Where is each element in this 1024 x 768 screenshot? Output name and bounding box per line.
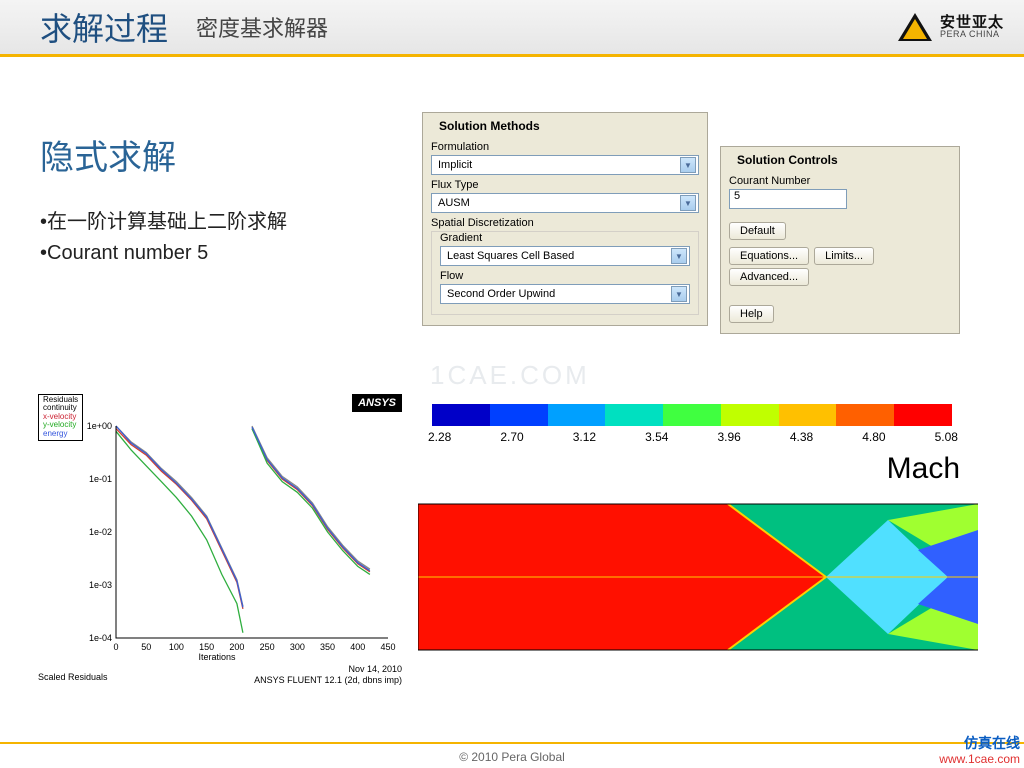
flow-label: Flow	[440, 270, 690, 282]
logo-triangle-icon	[898, 13, 932, 41]
copyright: © 2010 Pera Global	[0, 750, 1024, 764]
colorbar	[432, 404, 952, 426]
ansys-badge: ANSYS	[352, 394, 402, 412]
gradient-label: Gradient	[440, 232, 690, 244]
courant-value: 5	[734, 190, 740, 202]
mach-contour: 2.282.703.123.543.964.384.805.08 Mach	[418, 394, 978, 694]
formulation-select[interactable]: Implicit ▼	[431, 155, 699, 175]
brand-logo: 安世亚太 PERA CHINA	[898, 13, 1004, 41]
source-badge: 仿真在线 www.1cae.com	[939, 737, 1020, 766]
source-cn: 仿真在线	[939, 737, 1020, 752]
chevron-down-icon: ▼	[680, 157, 696, 173]
bullet-1: •在一阶计算基础上二阶求解	[40, 205, 400, 234]
solution-controls-title: Solution Controls	[729, 147, 951, 171]
default-button[interactable]: Default	[729, 222, 786, 240]
solution-methods-title: Solution Methods	[431, 113, 699, 137]
flow-value: Second Order Upwind	[447, 288, 555, 300]
help-button[interactable]: Help	[729, 305, 774, 323]
solution-controls-panel: Solution Controls Courant Number 5 Defau…	[720, 146, 960, 334]
flow-select[interactable]: Second Order Upwind ▼	[440, 284, 690, 304]
title-main: 求解过程	[40, 4, 168, 50]
equations-button[interactable]: Equations...	[729, 247, 809, 265]
residuals-xlabel: Iterations	[32, 652, 402, 662]
residuals-chart: Residuals continuity x-velocity y-veloci…	[32, 394, 402, 694]
mach-body	[418, 490, 978, 664]
limits-button[interactable]: Limits...	[814, 247, 874, 265]
advanced-button[interactable]: Advanced...	[729, 268, 809, 286]
title-sub: 密度基求解器	[196, 11, 328, 43]
watermark: 1CAE.COM	[430, 360, 590, 391]
brand-en: PERA CHINA	[940, 30, 1004, 39]
residuals-legend: Residuals continuity x-velocity y-veloci…	[38, 394, 83, 441]
spatial-label: Spatial Discretization	[431, 217, 699, 229]
colorbar-ticks: 2.282.703.123.543.964.384.805.08	[428, 430, 958, 444]
formulation-label: Formulation	[431, 141, 699, 153]
left-content: 隐式求解 •在一阶计算基础上二阶求解 •Courant number 5	[40, 130, 400, 273]
residuals-footer-right: Nov 14, 2010 ANSYS FLUENT 12.1 (2d, dbns…	[254, 664, 402, 686]
footer-line	[0, 742, 1024, 744]
courant-input[interactable]: 5	[729, 189, 847, 209]
residuals-version: ANSYS FLUENT 12.1 (2d, dbns imp)	[254, 675, 402, 686]
residuals-date: Nov 14, 2010	[254, 664, 402, 675]
formulation-value: Implicit	[438, 159, 472, 171]
slide-header: 求解过程 密度基求解器 安世亚太 PERA CHINA	[0, 0, 1024, 57]
courant-label: Courant Number	[729, 175, 951, 187]
mach-label: Mach	[887, 452, 960, 486]
source-url: www.1cae.com	[939, 753, 1020, 766]
flux-select[interactable]: AUSM ▼	[431, 193, 699, 213]
chevron-down-icon: ▼	[671, 248, 687, 264]
spatial-group: Gradient Least Squares Cell Based ▼ Flow…	[431, 231, 699, 315]
chevron-down-icon: ▼	[671, 286, 687, 302]
flux-label: Flux Type	[431, 179, 699, 191]
solution-methods-panel: Solution Methods Formulation Implicit ▼ …	[422, 112, 708, 326]
brand-cn: 安世亚太	[940, 15, 1004, 30]
section-heading: 隐式求解	[40, 130, 400, 179]
flux-value: AUSM	[438, 197, 470, 209]
chevron-down-icon: ▼	[680, 195, 696, 211]
gradient-select[interactable]: Least Squares Cell Based ▼	[440, 246, 690, 266]
residuals-footer-left: Scaled Residuals	[38, 672, 108, 682]
bullet-2: •Courant number 5	[40, 242, 400, 265]
legend-energy: energy	[43, 430, 78, 438]
gradient-value: Least Squares Cell Based	[447, 250, 574, 262]
residuals-plot-area	[116, 426, 388, 638]
